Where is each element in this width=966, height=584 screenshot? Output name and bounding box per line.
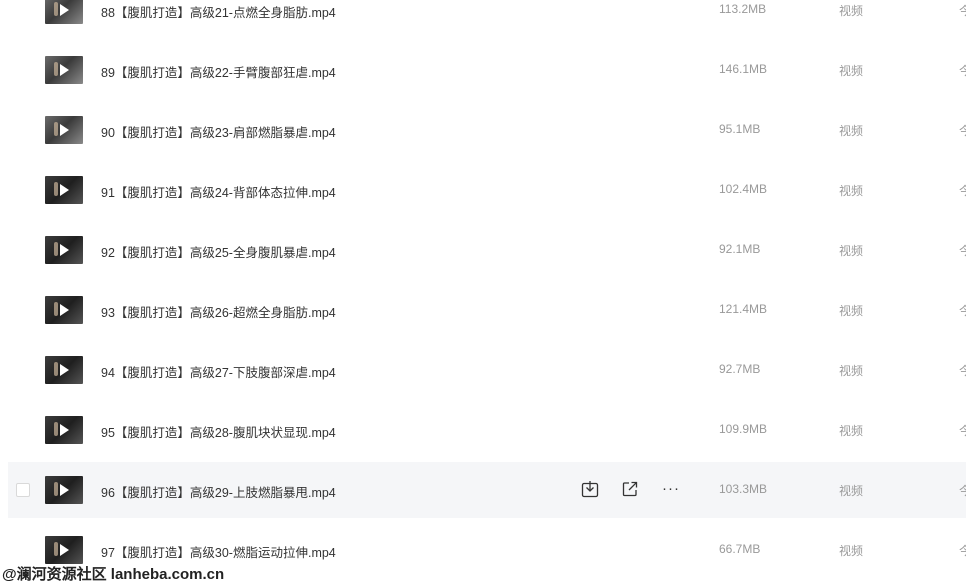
file-size: 92.1MB bbox=[719, 242, 761, 256]
file-date: 今 bbox=[959, 364, 966, 378]
file-name[interactable]: 90【腹肌打造】高级23-肩部燃脂暴虐.mp4 bbox=[101, 122, 336, 141]
file-row[interactable]: 89【腹肌打造】高级22-手臂腹部狂虐.mp4 146.1MB 视频 今 bbox=[8, 42, 966, 98]
thumbnail-figure bbox=[54, 362, 58, 376]
file-name[interactable]: 92【腹肌打造】高级25-全身腹肌暴虐.mp4 bbox=[101, 242, 336, 261]
file-date: 今 bbox=[959, 304, 966, 318]
play-icon bbox=[60, 304, 69, 316]
thumbnail-figure bbox=[54, 242, 58, 256]
file-row[interactable]: 93【腹肌打造】高级26-超燃全身脂肪.mp4 121.4MB 视频 今 bbox=[8, 282, 966, 338]
file-size: 121.4MB bbox=[719, 302, 768, 316]
file-date: 今 bbox=[959, 124, 966, 138]
video-thumbnail[interactable] bbox=[45, 116, 83, 144]
file-size: 146.1MB bbox=[719, 62, 768, 76]
watermark: @澜河资源社区 lanheba.com.cn bbox=[2, 566, 225, 583]
play-icon bbox=[60, 424, 69, 436]
file-row[interactable]: 91【腹肌打造】高级24-背部体态拉伸.mp4 102.4MB 视频 今 bbox=[8, 162, 966, 218]
share-icon[interactable] bbox=[621, 480, 641, 500]
video-thumbnail[interactable] bbox=[45, 0, 83, 24]
file-date: 今 bbox=[959, 484, 966, 498]
thumbnail-figure bbox=[54, 2, 58, 16]
file-date: 今 bbox=[959, 424, 966, 438]
video-thumbnail[interactable] bbox=[45, 296, 83, 324]
file-size: 109.9MB bbox=[719, 422, 768, 436]
video-thumbnail[interactable] bbox=[45, 356, 83, 384]
play-icon bbox=[60, 364, 69, 376]
file-name[interactable]: 95【腹肌打造】高级28-腹肌块状显现.mp4 bbox=[101, 422, 336, 441]
file-row[interactable]: 96【腹肌打造】高级29-上肢燃脂暴甩.mp4 ··· 103.3MB 视频 今 bbox=[8, 462, 966, 518]
file-row[interactable]: 94【腹肌打造】高级27-下肢腹部深虐.mp4 92.7MB 视频 今 bbox=[8, 342, 966, 398]
thumbnail-figure bbox=[54, 62, 58, 76]
file-type: 视频 bbox=[839, 424, 864, 438]
thumbnail-figure bbox=[54, 302, 58, 316]
file-date: 今 bbox=[959, 64, 966, 78]
file-name[interactable]: 93【腹肌打造】高级26-超燃全身脂肪.mp4 bbox=[101, 302, 336, 321]
thumbnail-figure bbox=[54, 482, 58, 496]
thumbnail-figure bbox=[54, 182, 58, 196]
file-date: 今 bbox=[959, 184, 966, 198]
play-icon bbox=[60, 4, 69, 16]
file-size: 113.2MB bbox=[719, 2, 767, 16]
file-name[interactable]: 94【腹肌打造】高级27-下肢腹部深虐.mp4 bbox=[101, 362, 336, 381]
file-name[interactable]: 97【腹肌打造】高级30-燃脂运动拉伸.mp4 bbox=[101, 542, 336, 561]
play-icon bbox=[60, 184, 69, 196]
file-date: 今 bbox=[959, 4, 966, 18]
file-row[interactable]: 90【腹肌打造】高级23-肩部燃脂暴虐.mp4 95.1MB 视频 今 bbox=[8, 102, 966, 158]
file-size: 92.7MB bbox=[719, 362, 761, 376]
file-size: 103.3MB bbox=[719, 482, 768, 496]
video-thumbnail[interactable] bbox=[45, 536, 83, 564]
video-thumbnail[interactable] bbox=[45, 416, 83, 444]
play-icon bbox=[60, 244, 69, 256]
file-row[interactable]: 95【腹肌打造】高级28-腹肌块状显现.mp4 109.9MB 视频 今 bbox=[8, 402, 966, 458]
file-name[interactable]: 88【腹肌打造】高级21-点燃全身脂肪.mp4 bbox=[101, 2, 336, 21]
file-type: 视频 bbox=[839, 64, 864, 78]
file-date: 今 bbox=[959, 244, 966, 258]
file-type: 视频 bbox=[839, 244, 864, 258]
thumbnail-figure bbox=[54, 542, 58, 556]
download-icon[interactable] bbox=[581, 480, 601, 500]
video-thumbnail[interactable] bbox=[45, 476, 83, 504]
video-thumbnail[interactable] bbox=[45, 56, 83, 84]
play-icon bbox=[60, 484, 69, 496]
video-thumbnail[interactable] bbox=[45, 236, 83, 264]
file-row[interactable]: 88【腹肌打造】高级21-点燃全身脂肪.mp4 113.2MB 视频 今 bbox=[8, 0, 966, 38]
file-name[interactable]: 89【腹肌打造】高级22-手臂腹部狂虐.mp4 bbox=[101, 62, 336, 81]
thumbnail-figure bbox=[54, 122, 58, 136]
file-name[interactable]: 91【腹肌打造】高级24-背部体态拉伸.mp4 bbox=[101, 182, 336, 201]
file-type: 视频 bbox=[839, 4, 864, 18]
file-name[interactable]: 96【腹肌打造】高级29-上肢燃脂暴甩.mp4 bbox=[101, 482, 336, 501]
more-icon[interactable]: ··· bbox=[662, 480, 682, 500]
thumbnail-figure bbox=[54, 422, 58, 436]
row-checkbox[interactable] bbox=[16, 483, 30, 497]
file-type: 视频 bbox=[839, 364, 864, 378]
file-type: 视频 bbox=[839, 304, 864, 318]
play-icon bbox=[60, 124, 69, 136]
file-size: 102.4MB bbox=[719, 182, 768, 196]
file-size: 95.1MB bbox=[719, 122, 761, 136]
file-type: 视频 bbox=[839, 124, 864, 138]
file-date: 今 bbox=[959, 544, 966, 558]
file-type: 视频 bbox=[839, 184, 864, 198]
file-size: 66.7MB bbox=[719, 542, 761, 556]
play-icon bbox=[60, 544, 69, 556]
file-row[interactable]: 92【腹肌打造】高级25-全身腹肌暴虐.mp4 92.1MB 视频 今 bbox=[8, 222, 966, 278]
file-type: 视频 bbox=[839, 544, 864, 558]
video-thumbnail[interactable] bbox=[45, 176, 83, 204]
file-type: 视频 bbox=[839, 484, 864, 498]
play-icon bbox=[60, 64, 69, 76]
